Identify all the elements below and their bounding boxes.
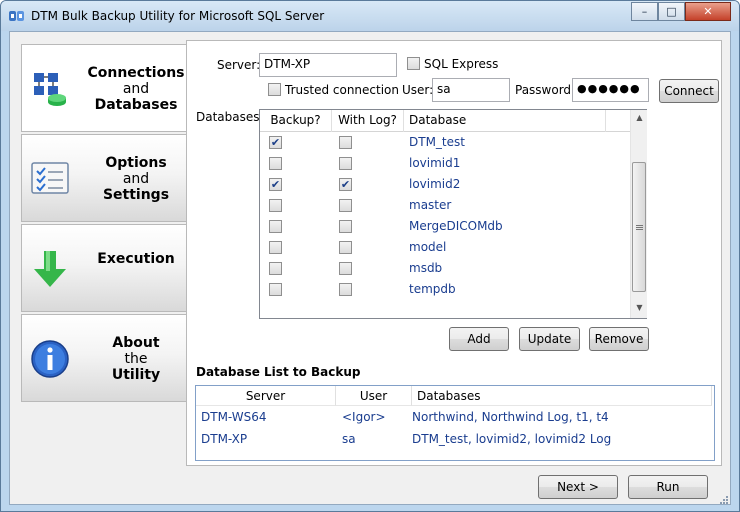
database-network-icon: [30, 69, 70, 109]
col-header-with-log[interactable]: With Log?: [332, 110, 404, 132]
list-server: DTM-XP: [201, 432, 248, 446]
grid-vertical-scrollbar[interactable]: ▲ ▼: [630, 110, 647, 318]
database-name: MergeDICOMdb: [409, 219, 503, 233]
database-name: DTM_test: [409, 135, 465, 149]
table-row[interactable]: lovimid1: [260, 153, 630, 174]
database-name: lovimid2: [409, 177, 461, 191]
connections-panel: Server: DTM-XP SQL Express Trusted conne…: [186, 40, 722, 466]
scroll-down-arrow-icon[interactable]: ▼: [631, 300, 648, 316]
list-user: sa: [342, 432, 356, 446]
client-area: Connections and Databases Options and Settin…: [9, 31, 731, 505]
col-header-databases[interactable]: Databases: [412, 386, 712, 406]
trusted-connection-checkbox[interactable]: [268, 83, 281, 96]
resize-grip-icon[interactable]: [717, 495, 729, 507]
nav-label-connections: Connections and Databases: [87, 65, 185, 113]
add-button[interactable]: Add: [449, 327, 509, 351]
grid-header: Backup? With Log? Database: [260, 110, 630, 132]
list-item[interactable]: DTM-WS64 <Igor> Northwind, Northwind Log…: [196, 407, 714, 429]
with-log-checkbox[interactable]: [339, 283, 352, 296]
database-name: tempdb: [409, 282, 456, 296]
col-header-user[interactable]: User: [336, 386, 412, 406]
with-log-checkbox[interactable]: [339, 262, 352, 275]
with-log-checkbox[interactable]: [339, 220, 352, 233]
col-header-server[interactable]: Server: [196, 386, 336, 406]
nav-tab-options[interactable]: Options and Settings: [21, 134, 187, 222]
green-down-arrow-icon: [30, 249, 70, 289]
app-logo-icon: [8, 8, 26, 24]
user-label: User:: [402, 83, 434, 97]
nav-label-execution: Execution: [97, 251, 175, 267]
nav-label-options: Options and Settings: [102, 155, 170, 203]
run-button[interactable]: Run: [628, 475, 708, 499]
nav-label-about: About the Utility: [111, 335, 161, 383]
backup-checkbox[interactable]: [269, 262, 282, 275]
with-log-checkbox[interactable]: [339, 199, 352, 212]
col-header-backup[interactable]: Backup?: [260, 110, 332, 132]
table-row[interactable]: lovimid2: [260, 174, 630, 195]
backup-checkbox[interactable]: [269, 241, 282, 254]
connect-button[interactable]: Connect: [659, 79, 719, 103]
nav-tab-about[interactable]: About the Utility: [21, 314, 187, 402]
databases-label: Databases:: [196, 110, 264, 124]
backup-list-title: Database List to Backup: [196, 365, 361, 379]
databases-grid: Backup? With Log? Database DTM_test lovi…: [259, 109, 647, 319]
close-button[interactable]: ✕: [685, 2, 731, 21]
database-name: master: [409, 198, 452, 212]
password-label: Password:: [515, 83, 576, 97]
list-databases: Northwind, Northwind Log, t1, t4: [412, 410, 609, 424]
minimize-button[interactable]: –: [631, 2, 658, 21]
list-server: DTM-WS64: [201, 410, 267, 424]
next-button[interactable]: Next >: [538, 475, 618, 499]
database-name: model: [409, 240, 447, 254]
server-label: Server:: [217, 58, 261, 72]
backup-checkbox[interactable]: [269, 157, 282, 170]
database-name: lovimid1: [409, 156, 461, 170]
update-button[interactable]: Update: [519, 327, 580, 351]
table-row[interactable]: master: [260, 195, 630, 216]
nav-tab-execution[interactable]: Execution: [21, 224, 187, 312]
title-bar[interactable]: DTM Bulk Backup Utility for Microsoft SQ…: [1, 1, 739, 31]
table-row[interactable]: DTM_test: [260, 132, 630, 153]
minimize-icon: –: [641, 5, 648, 18]
backup-checkbox[interactable]: [269, 178, 282, 191]
backup-checkbox[interactable]: [269, 199, 282, 212]
grid-body: DTM_test lovimid1 lovimid2: [260, 132, 630, 318]
list-user: <Igor>: [342, 410, 386, 424]
checklist-icon: [30, 159, 70, 199]
database-name: msdb: [409, 261, 443, 275]
maximize-button[interactable]: □: [658, 2, 685, 21]
table-row[interactable]: msdb: [260, 258, 630, 279]
password-input[interactable]: ●●●●●●: [572, 78, 649, 102]
nav-tab-connections[interactable]: Connections and Databases: [21, 44, 188, 132]
backup-checkbox[interactable]: [269, 136, 282, 149]
scrollbar-thumb[interactable]: [632, 162, 646, 292]
col-header-database[interactable]: Database: [404, 110, 606, 132]
table-row[interactable]: MergeDICOMdb: [260, 216, 630, 237]
app-window: DTM Bulk Backup Utility for Microsoft SQ…: [0, 0, 740, 512]
sql-express-checkbox[interactable]: [407, 57, 420, 70]
sql-express-label: SQL Express: [424, 57, 499, 71]
remove-button[interactable]: Remove: [589, 327, 649, 351]
scroll-up-arrow-icon[interactable]: ▲: [631, 110, 648, 126]
user-input[interactable]: sa: [432, 78, 510, 102]
with-log-checkbox[interactable]: [339, 241, 352, 254]
close-icon: ✕: [703, 5, 713, 18]
server-input[interactable]: DTM-XP: [259, 53, 397, 77]
list-item[interactable]: DTM-XP sa DTM_test, lovimid2, lovimid2 L…: [196, 429, 714, 451]
list-databases: DTM_test, lovimid2, lovimid2 Log: [412, 432, 612, 446]
table-row[interactable]: tempdb: [260, 279, 630, 300]
with-log-checkbox[interactable]: [339, 136, 352, 149]
with-log-checkbox[interactable]: [339, 178, 352, 191]
window-title: DTM Bulk Backup Utility for Microsoft SQ…: [31, 9, 325, 23]
trusted-connection-label: Trusted connection: [285, 83, 399, 97]
backup-list: Server User Databases DTM-WS64 <Igor> No…: [195, 385, 715, 461]
backup-checkbox[interactable]: [269, 220, 282, 233]
info-icon: [30, 339, 70, 379]
table-row[interactable]: model: [260, 237, 630, 258]
maximize-icon: □: [666, 5, 677, 18]
backup-checkbox[interactable]: [269, 283, 282, 296]
with-log-checkbox[interactable]: [339, 157, 352, 170]
